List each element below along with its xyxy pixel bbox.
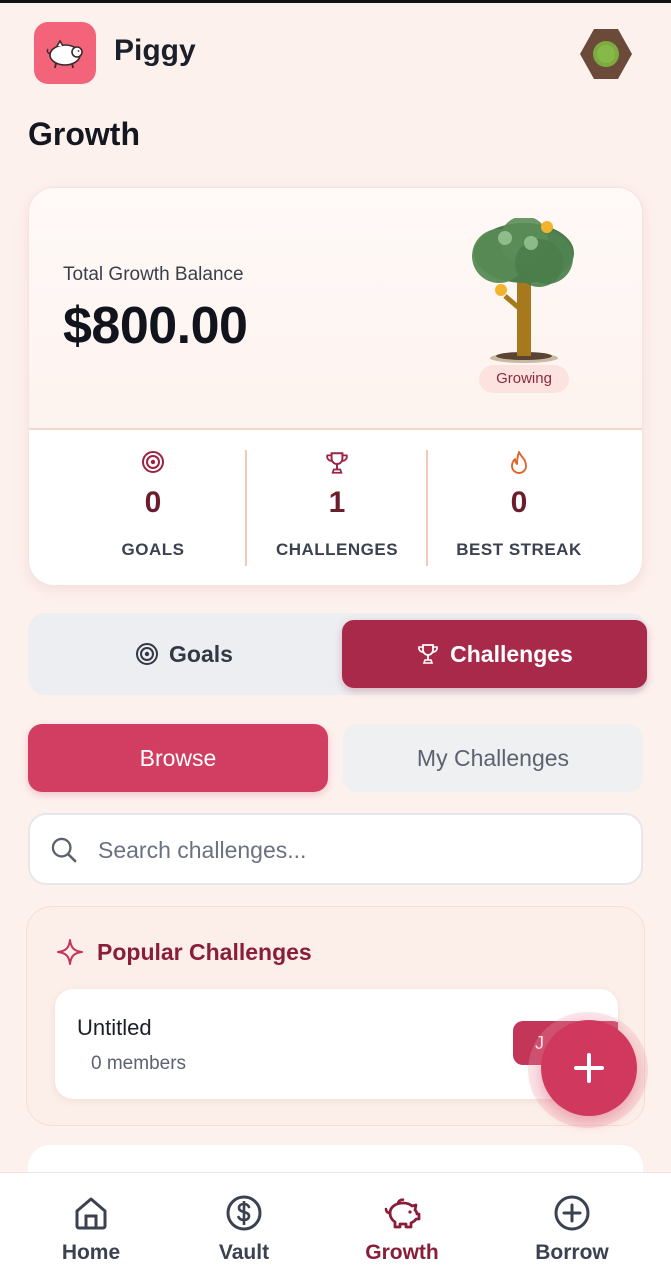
balance-summary: Total Growth Balance $800.00 Growing xyxy=(29,188,642,430)
stat-best-streak: 0 BEST STREAK xyxy=(429,450,609,570)
balance-label: Total Growth Balance xyxy=(63,264,244,285)
stat-streak-label: BEST STREAK xyxy=(456,540,582,559)
piggy-bank-icon xyxy=(384,1198,421,1229)
app-logo[interactable] xyxy=(34,22,96,84)
nav-vault-label: Vault xyxy=(218,1241,270,1264)
tab-challenges-label: Challenges xyxy=(450,640,573,667)
my-challenges-button[interactable]: My Challenges xyxy=(343,724,643,792)
page-title: Growth xyxy=(28,116,140,152)
tab-challenges[interactable]: Challenges xyxy=(342,620,647,688)
target-icon xyxy=(136,643,159,665)
stat-challenges: 1 CHALLENGES xyxy=(247,450,427,570)
home-icon xyxy=(75,1197,107,1230)
growth-balance-card: Total Growth Balance $800.00 Growing 0 G… xyxy=(28,187,643,586)
stat-goals: 0 GOALS xyxy=(63,450,243,570)
nav-home-label: Home xyxy=(61,1241,121,1264)
tab-goals-label: Goals xyxy=(169,640,233,667)
sparkle-icon xyxy=(57,939,83,965)
trophy-icon xyxy=(418,644,439,664)
tree-status-badge: Growing xyxy=(479,365,569,393)
stat-challenges-value: 1 xyxy=(328,486,346,519)
challenge-name: Untitled xyxy=(77,1015,152,1040)
nav-borrow[interactable]: Borrow xyxy=(512,1193,632,1265)
app-header: Piggy xyxy=(0,0,671,110)
app-title: Piggy xyxy=(114,34,196,67)
bottom-navigation: Home Vault Growth Borrow xyxy=(0,1172,671,1280)
nav-home[interactable]: Home xyxy=(31,1193,151,1265)
plus-icon xyxy=(574,1053,604,1083)
nav-borrow-label: Borrow xyxy=(535,1241,609,1264)
stat-streak-value: 0 xyxy=(510,486,528,519)
user-avatar[interactable] xyxy=(578,26,634,82)
target-icon xyxy=(142,451,164,473)
stat-goals-label: GOALS xyxy=(121,540,185,559)
popular-challenges-title: Popular Challenges xyxy=(97,939,312,965)
plus-circle-icon xyxy=(554,1195,590,1231)
nav-growth[interactable]: Growth xyxy=(342,1193,462,1265)
goals-challenges-toggle: Goals Challenges xyxy=(28,613,648,695)
stat-challenges-label: CHALLENGES xyxy=(275,540,399,559)
tab-goals[interactable]: Goals xyxy=(28,620,340,688)
balance-value: $800.00 xyxy=(63,297,248,355)
nav-vault[interactable]: Vault xyxy=(184,1193,304,1265)
challenge-members: 0 members xyxy=(91,1053,187,1074)
stat-goals-value: 0 xyxy=(144,486,162,519)
search-icon xyxy=(51,837,77,863)
search-bar xyxy=(28,813,643,885)
add-button[interactable] xyxy=(541,1020,637,1116)
growth-tree-icon xyxy=(472,218,574,363)
stat-divider xyxy=(426,450,428,566)
pig-logo-icon xyxy=(46,39,83,69)
dollar-circle-icon xyxy=(226,1195,262,1231)
avatar-hexagon-icon xyxy=(580,29,632,79)
trophy-icon xyxy=(326,452,348,474)
nav-growth-label: Growth xyxy=(365,1241,439,1264)
flame-icon xyxy=(511,451,527,474)
browse-button[interactable]: Browse xyxy=(28,724,328,792)
search-input[interactable] xyxy=(98,829,618,871)
